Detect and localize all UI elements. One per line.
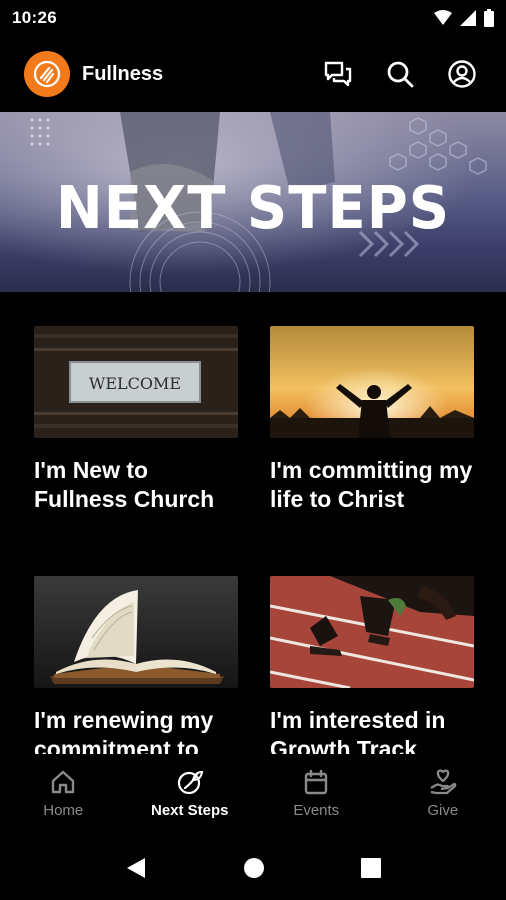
back-icon[interactable]: [125, 856, 147, 880]
sprout-icon: [177, 770, 203, 795]
card-image-bible: [34, 576, 238, 688]
card-committing-life[interactable]: I'm committing my life to Christ: [270, 326, 474, 514]
chat-icon: [324, 61, 352, 87]
app-logo-icon: [24, 51, 70, 97]
app-actions: [318, 54, 482, 94]
bottom-nav: Home Next Steps Events Give: [0, 754, 506, 836]
heart-hand-icon: [430, 769, 457, 795]
nav-label-events: Events: [293, 802, 340, 819]
recents-icon[interactable]: [361, 858, 381, 878]
chat-button[interactable]: [318, 54, 358, 94]
card-image-welcome-text: WELCOME: [89, 374, 181, 393]
battery-icon: [484, 9, 494, 27]
card-growth-track[interactable]: I'm interested in Growth Track: [270, 576, 474, 764]
home-circle-icon[interactable]: [243, 857, 265, 879]
signal-icon: [460, 10, 476, 26]
card-title: I'm New to Fullness Church: [34, 457, 215, 512]
card-image-runner: [270, 576, 474, 688]
card-renewing-commitment[interactable]: I'm renewing my commitment to: [34, 576, 238, 764]
nav-item-give[interactable]: Give: [380, 754, 506, 836]
hero-title: NEXT STEPS: [55, 174, 451, 243]
search-icon: [387, 61, 414, 88]
system-nav-bar: [0, 836, 506, 900]
account-button[interactable]: [442, 54, 482, 94]
calendar-icon: [305, 769, 328, 795]
status-icons: [434, 9, 494, 27]
card-image-sunset-person: [270, 326, 474, 438]
search-button[interactable]: [380, 54, 420, 94]
home-icon: [52, 770, 75, 794]
account-icon: [448, 60, 476, 88]
app-title: Fullness: [82, 62, 164, 85]
hero-banner: NEXT STEPS: [0, 112, 506, 292]
app-bar: Fullness: [0, 36, 506, 112]
nav-item-next-steps[interactable]: Next Steps: [127, 754, 254, 836]
nav-item-events[interactable]: Events: [253, 754, 380, 836]
nav-label-give: Give: [427, 802, 459, 819]
status-time: 10:26: [12, 8, 57, 27]
card-image-welcome: WELCOME: [34, 326, 238, 438]
status-bar: 10:26: [0, 0, 506, 36]
card-title: I'm committing my life to Christ: [270, 457, 473, 512]
nav-item-home[interactable]: Home: [0, 754, 127, 836]
wifi-icon: [434, 10, 452, 25]
card-new-to-church[interactable]: WELCOME I'm New to Fullness Church: [34, 326, 238, 514]
nav-label-next-steps: Next Steps: [150, 802, 229, 819]
nav-label-home: Home: [43, 802, 84, 819]
